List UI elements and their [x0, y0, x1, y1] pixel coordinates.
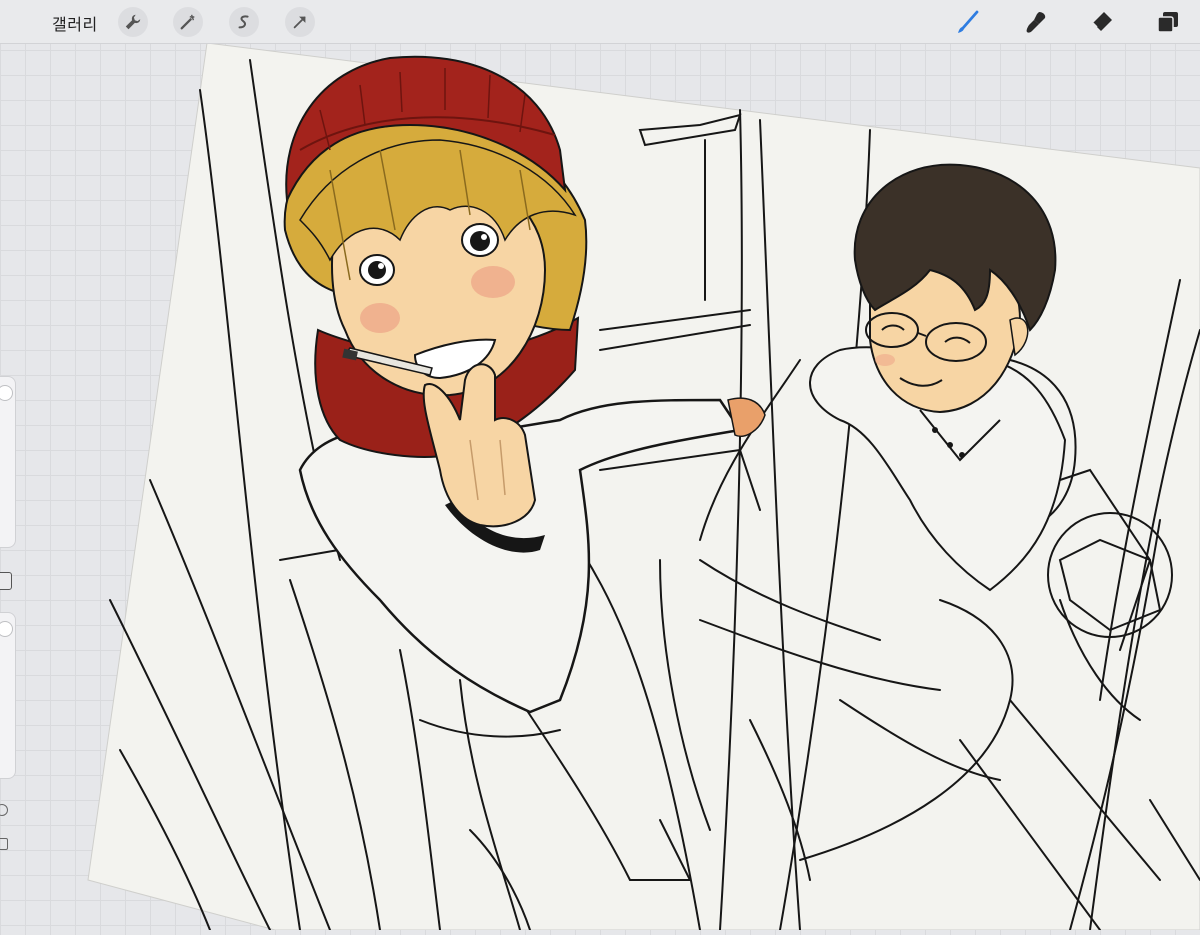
canvas-artwork: [87, 42, 1200, 931]
wrench-icon[interactable]: [118, 7, 148, 37]
undo-button[interactable]: [0, 804, 8, 816]
gallery-button[interactable]: 갤러리: [52, 11, 98, 35]
eraser-icon[interactable]: [1086, 6, 1118, 38]
opacity-slider[interactable]: [0, 612, 16, 779]
redo-button[interactable]: [0, 838, 8, 850]
opacity-knob[interactable]: [0, 621, 13, 637]
drawing-canvas[interactable]: [0, 0, 1200, 931]
brush-icon[interactable]: [952, 6, 984, 38]
smudge-icon[interactable]: [1020, 6, 1052, 38]
selection-icon[interactable]: [229, 7, 259, 37]
top-toolbar: 갤러리: [0, 0, 1200, 44]
transform-arrow-icon[interactable]: [285, 7, 315, 37]
modify-button[interactable]: [0, 572, 12, 590]
brush-size-knob[interactable]: [0, 385, 13, 401]
left-sidebar: [0, 376, 16, 876]
brush-size-slider[interactable]: [0, 376, 16, 548]
magic-wand-icon[interactable]: [173, 7, 203, 37]
layers-icon[interactable]: [1152, 6, 1184, 38]
